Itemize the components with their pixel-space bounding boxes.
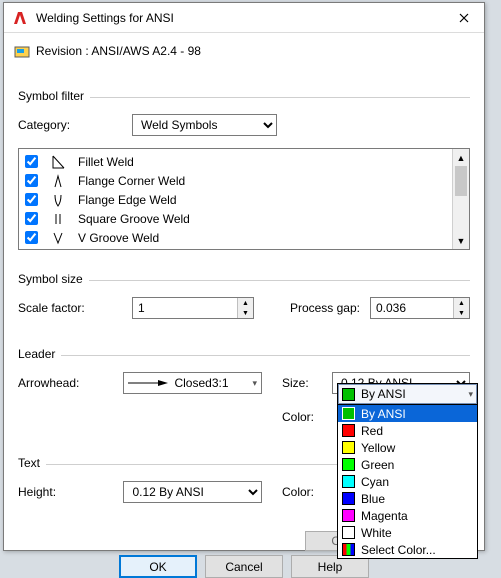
list-item[interactable]: Flange Edge Weld — [19, 190, 452, 209]
color-option[interactable]: By ANSI — [338, 405, 477, 422]
chevron-up-icon[interactable]: ▲ — [238, 298, 253, 308]
chevron-down-icon: ▾ — [468, 389, 473, 400]
close-button[interactable] — [444, 4, 484, 32]
leader-color-field[interactable]: By ANSI ▾ — [338, 384, 477, 404]
color-option-label: Cyan — [361, 475, 389, 489]
list-scrollbar[interactable]: ▲ ▼ — [452, 149, 469, 249]
text-color-label: Color: — [282, 485, 322, 499]
text-height-select[interactable]: 0.12 By ANSI — [123, 481, 262, 503]
color-option-label: Blue — [361, 492, 385, 506]
color-option-label: Select Color... — [361, 543, 436, 557]
color-swatch-icon — [342, 458, 355, 471]
chevron-down-icon[interactable]: ▼ — [454, 308, 469, 318]
color-option[interactable]: Red — [338, 422, 477, 439]
list-item-label: Square Groove Weld — [78, 212, 190, 226]
leader-legend: Leader — [18, 347, 61, 361]
symbol-filter-legend: Symbol filter — [18, 89, 90, 103]
symbol-list-rows: Fillet Weld Flange Corner Weld — [19, 149, 452, 249]
color-option[interactable]: Yellow — [338, 439, 477, 456]
color-swatch-icon — [342, 509, 355, 522]
color-swatch-icon — [342, 475, 355, 488]
window-title: Welding Settings for ANSI — [36, 11, 444, 25]
category-label: Category: — [18, 118, 122, 132]
color-option[interactable]: Blue — [338, 490, 477, 507]
text-legend: Text — [18, 456, 46, 470]
revision-row: Revision : ANSI/AWS A2.4 - 98 — [4, 33, 484, 67]
title-bar: Welding Settings for ANSI — [4, 3, 484, 33]
color-option-label: By ANSI — [361, 407, 406, 421]
list-item-label: Fillet Weld — [78, 155, 134, 169]
process-gap-label: Process gap: — [290, 301, 360, 315]
list-item[interactable]: Fillet Weld — [19, 152, 452, 171]
color-swatch-icon — [342, 388, 355, 401]
list-item-checkbox[interactable] — [25, 155, 38, 168]
color-option[interactable]: Green — [338, 456, 477, 473]
list-item-label: V Groove Weld — [78, 231, 159, 245]
scroll-thumb[interactable] — [455, 166, 467, 196]
color-option-label: White — [361, 526, 392, 540]
category-select[interactable]: Weld Symbols — [132, 114, 277, 136]
scroll-down-icon[interactable]: ▼ — [453, 232, 469, 249]
color-swatch-icon — [342, 424, 355, 437]
list-item-checkbox[interactable] — [25, 174, 38, 187]
leader-color-label: Color: — [282, 410, 322, 424]
text-height-label: Height: — [18, 485, 113, 499]
list-item[interactable]: V Groove Weld — [19, 228, 452, 247]
color-swatch-icon — [342, 492, 355, 505]
v-groove-symbol-icon — [48, 229, 68, 247]
leader-color-value: By ANSI — [361, 387, 406, 401]
list-item-checkbox[interactable] — [25, 212, 38, 225]
chevron-down-icon: ▾ — [252, 378, 257, 389]
leader-size-label: Size: — [282, 376, 322, 390]
list-item[interactable]: Flange Corner Weld — [19, 171, 452, 190]
revision-text: Revision : ANSI/AWS A2.4 - 98 — [36, 44, 201, 58]
symbol-size-legend: Symbol size — [18, 272, 89, 286]
color-swatch-icon — [342, 407, 355, 420]
square-groove-symbol-icon — [48, 210, 68, 228]
color-swatch-icon — [342, 543, 355, 556]
color-option-label: Red — [361, 424, 383, 438]
color-swatch-icon — [342, 441, 355, 454]
scroll-up-icon[interactable]: ▲ — [453, 149, 469, 166]
color-option[interactable]: Select Color... — [338, 541, 477, 558]
flange-edge-symbol-icon — [48, 191, 68, 209]
color-swatch-icon — [342, 526, 355, 539]
arrowhead-label: Arrowhead: — [18, 376, 113, 390]
ok-button[interactable]: OK — [119, 555, 197, 578]
list-item-checkbox[interactable] — [25, 193, 38, 206]
arrowhead-select[interactable]: Closed3:1 ▾ — [123, 372, 262, 394]
close-icon — [459, 13, 469, 23]
color-option[interactable]: Magenta — [338, 507, 477, 524]
chevron-up-icon[interactable]: ▲ — [454, 298, 469, 308]
app-logo-icon — [12, 10, 28, 26]
list-item-checkbox[interactable] — [25, 231, 38, 244]
revision-icon — [14, 43, 30, 59]
arrowhead-value: Closed3:1 — [174, 376, 228, 390]
color-option[interactable]: White — [338, 524, 477, 541]
color-option[interactable]: Cyan — [338, 473, 477, 490]
fillet-symbol-icon — [48, 153, 68, 171]
list-item[interactable]: Square Groove Weld — [19, 209, 452, 228]
chevron-down-icon[interactable]: ▼ — [238, 308, 253, 318]
color-dropdown-list: By ANSI Red Yellow Green Cyan Blue Magenta Whit… — [338, 404, 477, 558]
flange-corner-symbol-icon — [48, 172, 68, 190]
process-gap-input[interactable] — [371, 298, 453, 318]
color-option-label: Magenta — [361, 509, 408, 523]
list-item-label: Flange Corner Weld — [78, 174, 185, 188]
color-option-label: Yellow — [361, 441, 395, 455]
list-item-label: Flange Edge Weld — [78, 193, 177, 207]
scale-factor-stepper[interactable]: ▲▼ — [132, 297, 254, 319]
cancel-button[interactable]: Cancel — [205, 555, 283, 578]
leader-color-select[interactable]: By ANSI ▾ By ANSI Red Yellow Green Cyan Blue M… — [337, 383, 478, 559]
scale-factor-input[interactable] — [133, 298, 237, 318]
symbol-list[interactable]: Fillet Weld Flange Corner Weld — [18, 148, 470, 250]
scale-factor-label: Scale factor: — [18, 301, 122, 315]
color-option-label: Green — [361, 458, 394, 472]
symbol-filter-group: Symbol filter Category: Weld Symbols Fil… — [18, 97, 470, 256]
symbol-size-group: Symbol size Scale factor: ▲▼ Process gap… — [18, 280, 470, 331]
process-gap-stepper[interactable]: ▲▼ — [370, 297, 470, 319]
arrowhead-preview-icon — [128, 378, 168, 388]
